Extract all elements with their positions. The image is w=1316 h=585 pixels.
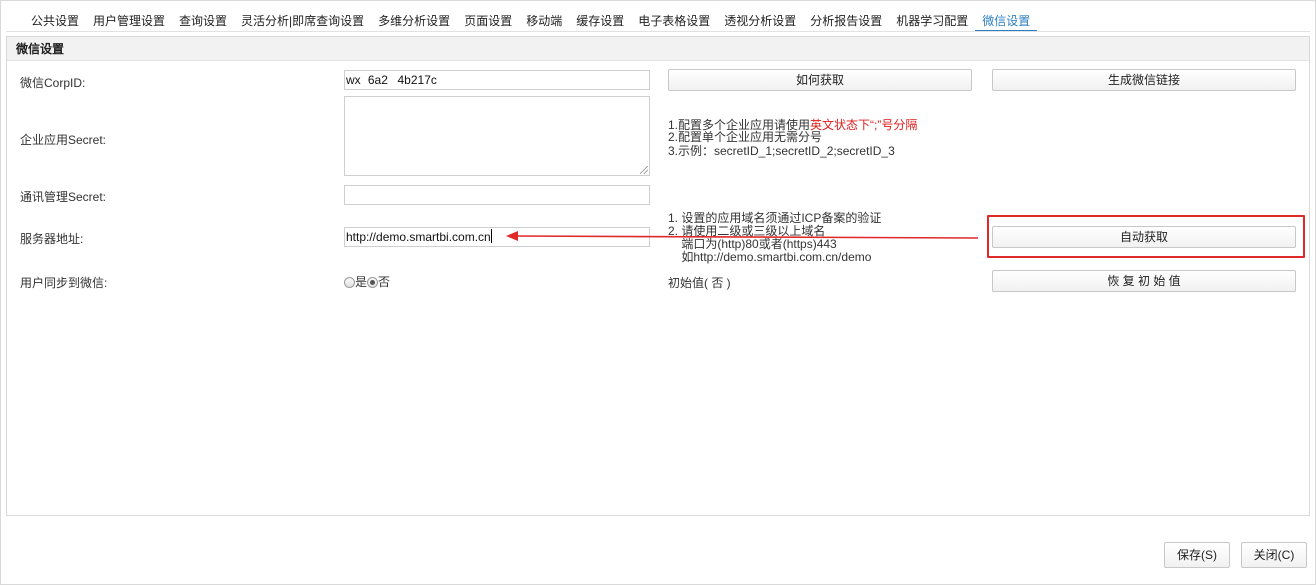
tab-flexible-analysis[interactable]: 灵活分析|即席查询设置 bbox=[234, 10, 371, 32]
how-to-get-button[interactable]: 如何获取 bbox=[668, 69, 972, 91]
sync-yes-label[interactable]: 是 bbox=[355, 275, 367, 289]
contact-secret-label: 通讯管理Secret: bbox=[20, 190, 107, 204]
tab-mobile[interactable]: 移动端 bbox=[519, 10, 569, 32]
tab-page-settings[interactable]: 页面设置 bbox=[457, 10, 519, 32]
tab-public-settings[interactable]: 公共设置 bbox=[24, 10, 86, 32]
app-secret-textarea[interactable] bbox=[344, 96, 650, 176]
tab-wechat-settings[interactable]: 微信设置 bbox=[975, 10, 1038, 32]
sync-no-radio[interactable] bbox=[367, 277, 379, 288]
tab-cache-settings[interactable]: 缓存设置 bbox=[569, 10, 631, 32]
close-button[interactable]: 关闭(C) bbox=[1241, 542, 1307, 568]
panel-title: 微信设置 bbox=[7, 37, 1309, 61]
server-hint-1: 1. 设置的应用域名须通过ICP备案的验证 bbox=[668, 211, 882, 225]
secret-hint-1-red: 英文状态下“;”号分隔 bbox=[810, 118, 918, 132]
generate-wechat-link-button[interactable]: 生成微信链接 bbox=[992, 69, 1296, 91]
tabs-divider bbox=[6, 31, 1310, 32]
wechat-settings-panel: 微信设置 微信CorpID: wx 6a2 4b217c 如何获取 生成微信链接… bbox=[6, 36, 1310, 516]
tab-spreadsheet-settings[interactable]: 电子表格设置 bbox=[631, 10, 717, 32]
tab-query-settings[interactable]: 查询设置 bbox=[172, 10, 234, 32]
resize-grip-icon[interactable] bbox=[640, 166, 648, 174]
server-address-label: 服务器地址: bbox=[20, 232, 84, 246]
tab-olap-settings[interactable]: 多维分析设置 bbox=[371, 10, 457, 32]
tab-user-management[interactable]: 用户管理设置 bbox=[86, 10, 172, 32]
tab-ml-settings[interactable]: 机器学习配置 bbox=[889, 10, 975, 32]
user-sync-label: 用户同步到微信: bbox=[20, 276, 108, 290]
user-sync-radio-group: 是否 bbox=[344, 273, 390, 290]
sync-yes-radio[interactable] bbox=[344, 277, 355, 288]
sync-default-value: 初始值( 否 ) bbox=[668, 276, 731, 290]
save-button[interactable]: 保存(S) bbox=[1164, 542, 1230, 568]
settings-tabs: 公共设置 用户管理设置 查询设置 灵活分析|即席查询设置 多维分析设置 页面设置… bbox=[24, 8, 1038, 32]
sync-no-label[interactable]: 否 bbox=[378, 275, 390, 289]
app-secret-label: 企业应用Secret: bbox=[20, 133, 107, 147]
auto-get-button[interactable]: 自动获取 bbox=[992, 226, 1296, 248]
contact-secret-input[interactable] bbox=[344, 185, 650, 205]
secret-hint-2: 2.配置单个企业应用无需分号 bbox=[668, 130, 823, 144]
server-hint-4: 如http://demo.smartbi.com.cn/demo bbox=[668, 250, 872, 264]
text-cursor bbox=[490, 229, 492, 243]
server-address-value: http://demo.smartbi.com.cn bbox=[346, 230, 491, 244]
annotation-arrow-icon bbox=[506, 231, 979, 241]
tab-report-settings[interactable]: 分析报告设置 bbox=[803, 10, 889, 32]
secret-hint-3: 3.示例：secretID_1;secretID_2;secretID_3 bbox=[668, 144, 895, 158]
tab-pivot-settings[interactable]: 透视分析设置 bbox=[717, 10, 803, 32]
corpid-label: 微信CorpID: bbox=[20, 76, 86, 90]
reset-default-button[interactable]: 恢 复 初 始 值 bbox=[992, 270, 1296, 292]
corpid-input[interactable]: wx 6a2 4b217c bbox=[344, 70, 650, 90]
